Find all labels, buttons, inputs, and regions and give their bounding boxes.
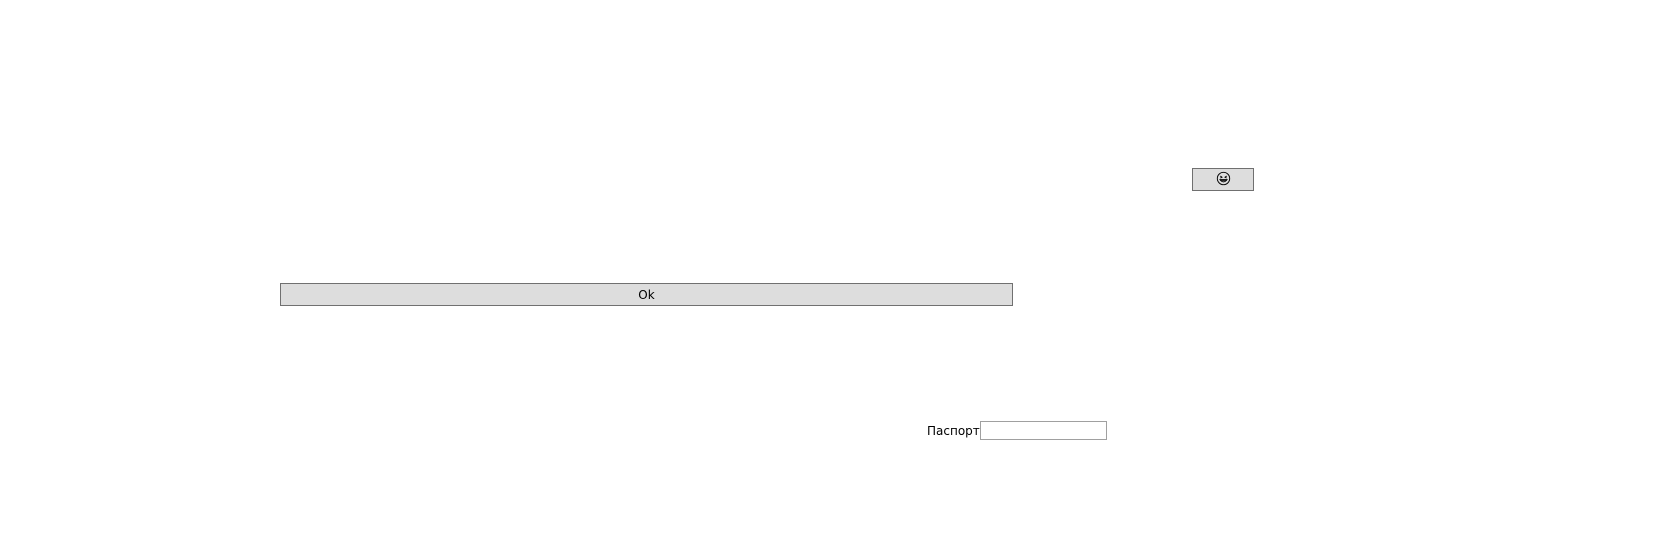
ok-button[interactable]: Ok bbox=[280, 283, 1013, 306]
window-client-area: Ok Паспорт bbox=[0, 0, 1664, 536]
emoji-button[interactable] bbox=[1192, 168, 1254, 191]
passport-label: Паспорт bbox=[927, 423, 980, 438]
ok-button-label: Ok bbox=[638, 287, 655, 302]
grinning-squinting-face-icon bbox=[1216, 171, 1231, 189]
passport-field-row: Паспорт bbox=[927, 421, 1107, 440]
passport-input[interactable] bbox=[979, 421, 1107, 440]
